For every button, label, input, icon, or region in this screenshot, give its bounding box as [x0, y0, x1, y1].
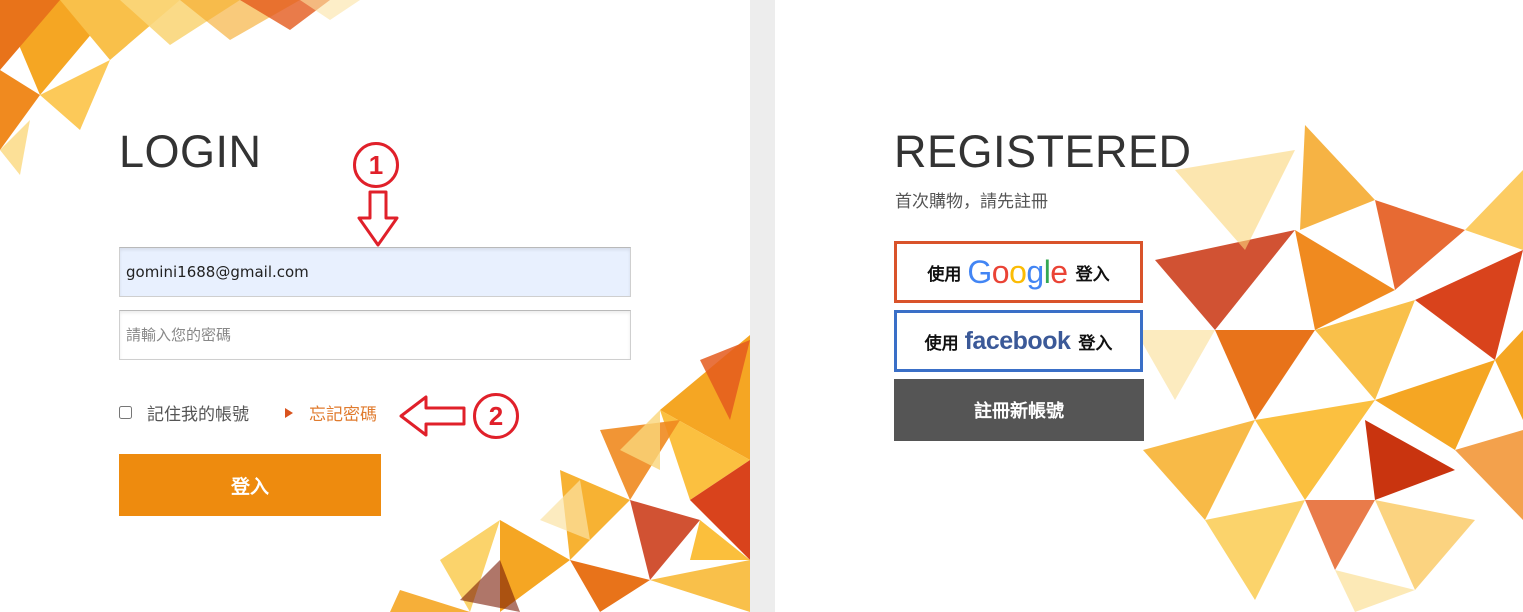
register-subtitle: 首次購物，請先註冊 — [895, 192, 1048, 212]
annotation-step-2: 2 — [473, 393, 519, 439]
forgot-password-link[interactable]: 忘記密碼 — [285, 400, 377, 425]
google-login-suffix: 登入 — [1075, 264, 1110, 285]
arrow-left-icon — [399, 395, 466, 437]
facebook-login-prefix: 使用 — [924, 333, 959, 354]
password-field[interactable] — [119, 310, 631, 360]
facebook-logo-icon: facebook — [964, 326, 1071, 355]
google-login-button[interactable]: 使用 Google 登入 — [894, 241, 1143, 303]
caret-right-icon — [285, 407, 293, 418]
email-field[interactable] — [119, 247, 631, 297]
login-button[interactable]: 登入 — [119, 454, 381, 516]
forgot-password-label: 忘記密碼 — [309, 405, 377, 425]
register-decor-triangles — [1135, 125, 1523, 612]
annotation-step-1: 1 — [353, 142, 399, 188]
login-decor-triangles — [0, 0, 750, 612]
register-new-account-button[interactable]: 註冊新帳號 — [894, 379, 1144, 441]
remember-checkbox[interactable] — [119, 406, 132, 419]
remember-account[interactable]: 記住我的帳號 — [119, 400, 249, 425]
facebook-login-suffix: 登入 — [1078, 333, 1113, 354]
register-heading: REGISTERED — [894, 126, 1192, 177]
arrow-down-icon — [357, 190, 399, 247]
google-logo-icon: Google — [967, 253, 1068, 290]
login-heading: LOGIN — [119, 126, 262, 177]
register-panel: REGISTERED 首次購物，請先註冊 使用 Google 登入 使用 fac… — [775, 0, 1523, 612]
login-panel: LOGIN 記住我的帳號 忘記密碼 登入 1 2 — [0, 0, 750, 612]
facebook-login-button[interactable]: 使用 facebook 登入 — [894, 310, 1143, 372]
remember-label: 記住我的帳號 — [147, 405, 249, 425]
google-login-prefix: 使用 — [927, 264, 962, 285]
